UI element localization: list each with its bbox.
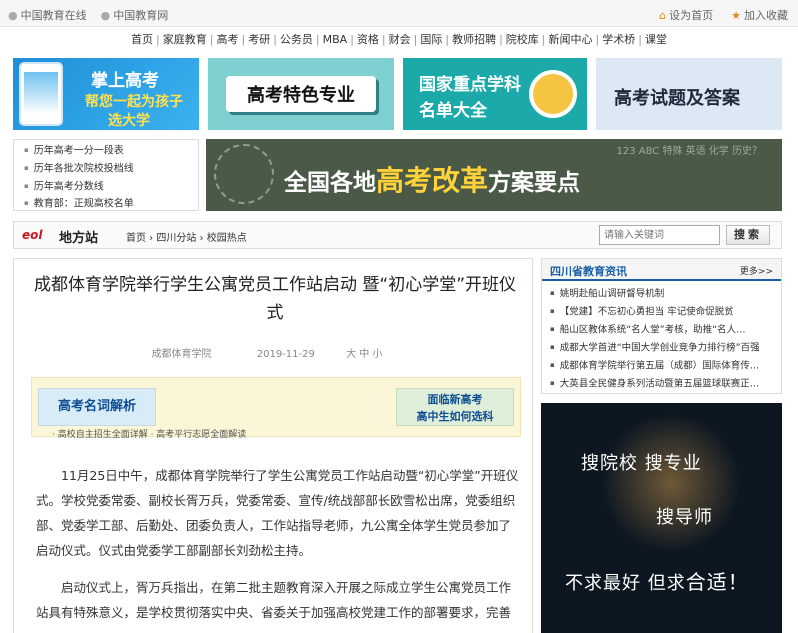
article-ad: 高考名词解析 面临新高考 高中生如何选科 · 高校自主招生全面详解 · 高考平行…: [31, 377, 521, 440]
set-home-link[interactable]: ⌂ 设为首页: [659, 7, 713, 23]
site-links: ● 中国教育在线 ● 中国教育网: [8, 7, 168, 23]
article: 成都体育学院举行学生公寓党员工作站启动 暨“初心学堂”开班仪式 成都体育学院 2…: [13, 258, 533, 633]
article-source: 成都体育学院: [151, 349, 212, 360]
article-title: 成都体育学院举行学生公寓党员工作站启动 暨“初心学堂”开班仪式: [33, 275, 517, 323]
quick-link-item[interactable]: 教育部：正规高校名单: [24, 195, 188, 213]
news-item[interactable]: 姚明赴船山调研督导机制: [550, 285, 775, 303]
search-ad[interactable]: 搜院校 搜专业 搜导师 不求最好 但求合适！: [541, 403, 782, 633]
nav-item[interactable]: 资格: [354, 31, 382, 47]
top-bar: ● 中国教育在线 ● 中国教育网 ⌂ 设为首页 ★ 加入收藏: [0, 0, 798, 27]
star-icon: ★: [731, 9, 741, 22]
phone-icon: [19, 62, 63, 126]
article-paragraph: 启动仪式上，胥万兵指出，在第二批主题教育深入开展之际成立学生公寓党员工作站具有特…: [36, 580, 512, 620]
quick-link-item[interactable]: 历年高考分数线: [24, 178, 188, 196]
quick-link-item[interactable]: 历年高考一分一段表: [24, 142, 188, 160]
dot-icon: ●: [8, 9, 18, 22]
sichuan-news: 四川省教育资讯 更多>> 姚明赴船山调研督导机制【党建】不忘初心勇担当 牢记使命…: [541, 258, 782, 394]
ad-links[interactable]: · 高校自主招生全面详解 · 高考平行志愿全面解读: [52, 427, 246, 440]
nav-item[interactable]: 学术桥: [599, 31, 638, 47]
nav-item[interactable]: MBA: [320, 33, 351, 46]
news-item[interactable]: 成都体育学院举行第五届（成都）国际体育传…: [550, 357, 775, 375]
chalk-circle-icon: [214, 144, 274, 204]
home-icon: ⌂: [659, 9, 667, 22]
station-name: 地方站: [59, 231, 99, 246]
add-favorite-link[interactable]: ★ 加入收藏: [731, 7, 788, 23]
breadcrumb[interactable]: 首页 › 四川分站 › 校园热点: [126, 229, 247, 244]
news-item[interactable]: 【党建】不忘初心勇担当 牢记使命促脱贫: [550, 303, 775, 321]
news-title: 四川省教育资讯: [550, 265, 627, 278]
banner-exam-answers[interactable]: 高考试题及答案: [596, 58, 782, 130]
nav-item[interactable]: 财会: [386, 31, 414, 47]
banner-app[interactable]: 掌上高考 帮您一起为孩子 选大学: [13, 58, 199, 130]
quick-links: 历年高考一分一段表 历年各批次院校投档线 历年高考分数线 教育部：正规高校名单: [13, 139, 199, 211]
site-link-eol[interactable]: ● 中国教育在线: [8, 7, 87, 23]
site-link-edu[interactable]: ● 中国教育网: [101, 7, 169, 23]
article-date: 2019-11-29: [256, 349, 315, 360]
article-meta: 成都体育学院 2019-11-29 大 中 小: [14, 345, 532, 360]
nav-item[interactable]: 高考: [213, 31, 241, 47]
banner-exam-reform[interactable]: 全国各地高考改革方案要点 123 ABC 特殊 英语 化学 历史？: [206, 139, 782, 211]
search-button[interactable]: 搜索: [726, 225, 770, 245]
news-list: 姚明赴船山调研督导机制【党建】不忘初心勇担当 牢记使命促脱贫船山区教体系统“名人…: [542, 281, 781, 393]
search-input[interactable]: [599, 225, 720, 245]
top-actions: ⌂ 设为首页 ★ 加入收藏: [659, 7, 788, 23]
banner-special-majors[interactable]: 高考特色专业: [208, 58, 394, 130]
nav-item[interactable]: 教师招聘: [449, 31, 499, 47]
dot-icon: ●: [100, 9, 111, 22]
article-body: 11月25日中午，成都体育学院举行了学生公寓党员工作站启动暨“初心学堂”开班仪式…: [36, 463, 520, 633]
nav-item[interactable]: 院校库: [503, 31, 542, 47]
nav-item[interactable]: 首页: [128, 31, 156, 47]
award-icon: [529, 70, 577, 118]
article-paragraph: 11月25日中午，成都体育学院举行了学生公寓党员工作站启动暨“初心学堂”开班仪式…: [36, 468, 519, 558]
ad-terms[interactable]: 高考名词解析: [38, 388, 156, 426]
eol-logo: eol: [22, 228, 43, 242]
nav-item[interactable]: 国际: [417, 31, 445, 47]
nav-item[interactable]: 考研: [245, 31, 273, 47]
news-item[interactable]: 成都大学首进“中国大学创业竞争力排行榜”百强: [550, 339, 775, 357]
local-station-bar: eol 地方站 首页 › 四川分站 › 校园热点 搜索: [13, 221, 782, 249]
font-size-switch[interactable]: 大 中 小: [346, 349, 382, 360]
news-item[interactable]: 大英县全民健身系列活动暨第五届篮球联赛正…: [550, 375, 775, 393]
news-item[interactable]: 船山区教体系统“名人堂”考核，助推“名人…: [550, 321, 775, 339]
quick-link-item[interactable]: 历年各批次院校投档线: [24, 160, 188, 178]
more-link[interactable]: 更多>>: [740, 264, 773, 277]
nav-item[interactable]: 家庭教育: [160, 31, 210, 47]
nav-item[interactable]: 新闻中心: [546, 31, 596, 47]
network-glow: [601, 413, 741, 553]
ad-subject-choice[interactable]: 面临新高考 高中生如何选科: [396, 388, 514, 426]
nav-item[interactable]: 公务员: [277, 31, 316, 47]
nav-item[interactable]: 课堂: [642, 31, 670, 47]
main-nav: 首页 | 家庭教育 | 高考 | 考研 | 公务员 | MBA | 资格 | 财会 | 国际 | 教师招聘 | 院校库 |…: [0, 28, 798, 50]
banner-key-disciplines[interactable]: 国家重点学科 名单大全: [403, 58, 587, 130]
